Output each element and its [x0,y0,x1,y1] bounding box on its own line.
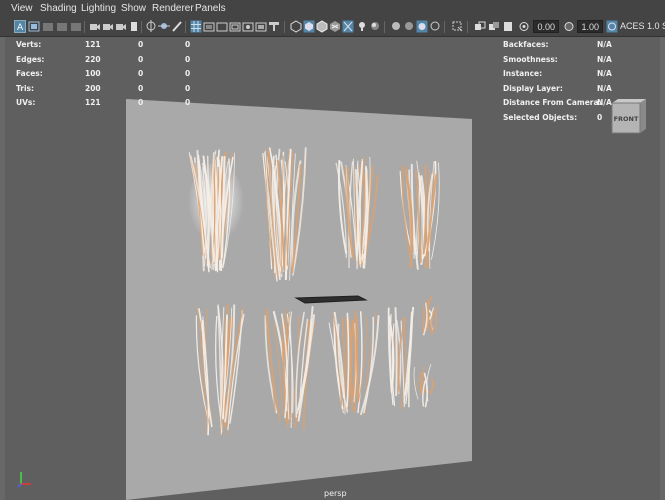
hair-strand [394,307,398,397]
safe-title-icon[interactable] [268,20,280,33]
gamma-field[interactable]: 1.00 [577,20,603,33]
select-camera-icon[interactable]: A [14,20,26,33]
hud-stat-selected: 0 [138,69,144,78]
view-transform-icon[interactable] [606,20,618,33]
shadows-icon[interactable] [369,20,381,33]
hud-stat-selected: 0 [138,83,144,93]
hud-stat-component: 0 [185,40,191,49]
snap-icon[interactable] [145,20,157,33]
resolution-gate-icon[interactable] [216,20,228,33]
view-cube-face-label: FRONT [614,115,639,123]
maya-viewport-panel: View Shading Lighting Show Renderer Pane… [0,0,665,500]
hud-stat-value: 220 [85,54,101,64]
hud-stat-value: 100 [85,69,101,78]
gamma-icon[interactable] [563,20,575,33]
hair-strand [422,306,425,334]
camera-name-label: persp [324,489,347,498]
hud-stat-component: 0 [185,54,191,64]
hud-detail-value: N/A [597,40,612,49]
hud-detail-label: Smoothness: [503,54,558,64]
textured-icon[interactable] [329,20,341,33]
color-space-label[interactable]: ACES 1.0 S [620,21,665,31]
hud-stat-value: 121 [85,40,101,49]
menu-renderer[interactable]: Renderer [152,3,194,14]
depth-of-field-icon[interactable] [429,20,441,33]
light-icon[interactable] [356,20,368,33]
field-chart-icon[interactable] [242,20,254,33]
wireframe-icon[interactable] [290,20,302,33]
pencil-icon[interactable] [171,20,183,33]
menu-shading[interactable]: Shading [40,3,77,14]
view-cube[interactable]: FRONT [608,97,650,137]
hud-stat-selected: 0 [138,54,144,64]
hud-detail-value: N/A [597,54,612,64]
pivot-icon[interactable] [158,20,170,33]
image-plane-icon[interactable] [56,20,68,33]
hud-stat-component: 0 [185,69,191,78]
hud-stat-component: 0 [185,98,191,107]
gate-mask-icon[interactable] [229,20,241,33]
camera-attributes-icon[interactable] [28,20,40,33]
hud-stat-value: 121 [85,98,101,107]
hud-stat-label: Faces: [16,69,43,78]
xray-icon[interactable] [342,20,354,33]
viewport-canvas[interactable]: Verts: 121 0 0 Edges: 220 0 0 Faces: 100 0 0 Tris: 20… [5,37,660,500]
hud-stat-label: Tris: [16,83,35,93]
hud-detail-label: Distance From Camera: [503,98,602,107]
grease-pencil-icon[interactable] [89,20,101,33]
menu-lighting[interactable]: Lighting [81,3,116,14]
hud-detail-label: Selected Objects: [503,112,578,122]
panel-menubar: View Shading Lighting Show Renderer Pane… [0,0,665,19]
exposure-icon[interactable] [518,20,530,33]
hud-detail-value: N/A [597,69,612,78]
grid-icon[interactable] [190,20,202,33]
shaded-icon[interactable] [303,20,315,33]
backface-culling-icon[interactable] [502,20,514,33]
bookmark-flag-icon[interactable] [128,20,140,33]
hud-stat-label: Verts: [16,40,42,49]
hud-stat-selected: 0 [138,98,144,107]
hud-stat-selected: 0 [138,40,144,49]
bookmark-icon[interactable] [42,20,54,33]
menu-show[interactable]: Show [121,3,146,14]
panel-toolbar: A 0.00 1.00 ACES 1.0 S [0,18,665,37]
film-gate-icon[interactable] [203,20,215,33]
hud-stat-label: UVs: [16,98,36,107]
motion-blur-icon[interactable] [403,20,415,33]
camera-icon[interactable] [102,20,114,33]
menu-panels[interactable]: Panels [195,3,226,14]
camera-lock-icon[interactable] [115,20,127,33]
anti-aliasing-icon[interactable] [416,20,428,33]
hud-detail-value: 0 [597,112,603,122]
hud-detail-label: Display Layer: [503,83,563,93]
xray-active-icon[interactable] [488,20,500,33]
svg-text:A: A [17,23,24,33]
view-2d-pan-icon[interactable] [70,20,82,33]
hud-stat-value: 200 [85,83,101,93]
xray-joints-icon[interactable] [474,20,486,33]
hud-detail-label: Instance: [503,69,543,78]
wireframe-on-shaded-icon[interactable] [316,20,328,33]
safe-action-icon[interactable] [255,20,267,33]
hud-stat-component: 0 [185,83,191,93]
ambient-occlusion-icon[interactable] [390,20,402,33]
hud-stat-label: Edges: [16,54,45,64]
viewport[interactable]: Verts: 121 0 0 Edges: 220 0 0 Faces: 100 0 0 Tris: 20… [0,37,665,500]
exposure-field[interactable]: 0.00 [533,20,559,33]
axis-gizmo [17,472,31,488]
menu-view[interactable]: View [11,3,33,14]
isolate-icon[interactable] [451,20,463,33]
hud-detail-label: Backfaces: [503,40,549,49]
hud-detail-value: N/A [597,83,612,93]
